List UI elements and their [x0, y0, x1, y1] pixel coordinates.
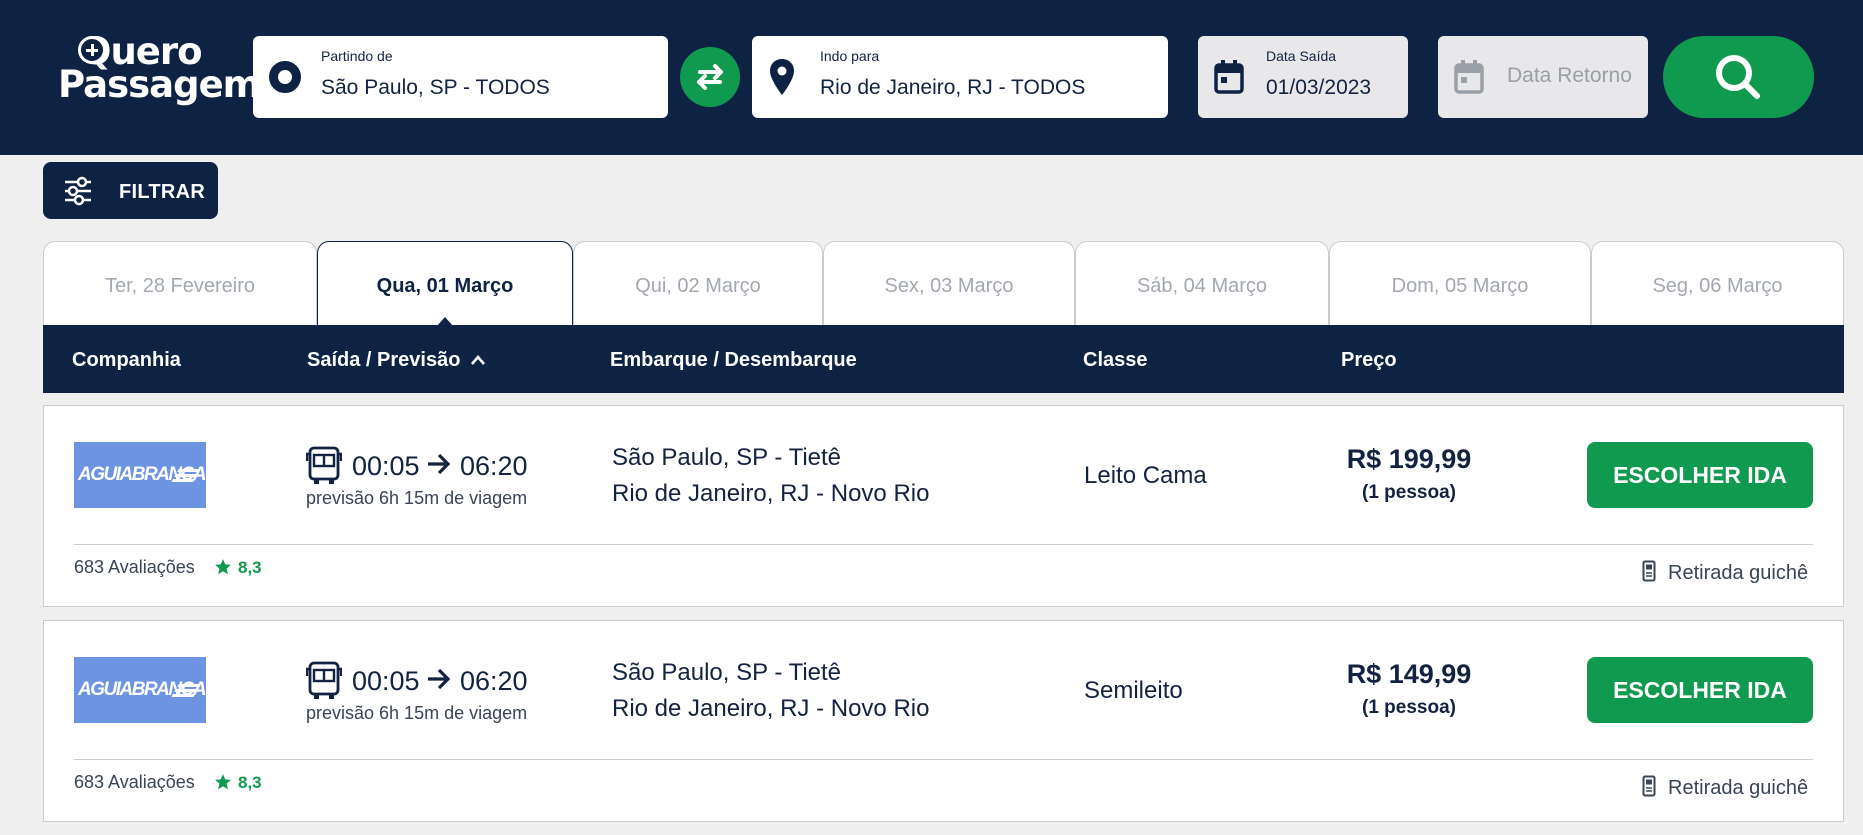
- tab-label: Ter, 28 Fevereiro: [104, 275, 256, 297]
- departure-date-field[interactable]: Data Saída 01/03/2023: [1198, 36, 1408, 118]
- origin-value[interactable]: São Paulo, SP - TODOS: [321, 76, 550, 100]
- arrival-time: 06:20: [460, 451, 528, 481]
- trip-price: R$ 199,99: [1346, 444, 1472, 474]
- company-logo-text: AGUIABRANCA: [78, 679, 206, 700]
- card-divider: [74, 759, 1813, 760]
- arrow-right-icon: [428, 453, 451, 475]
- col-boarding: Embarque / Desembarque: [610, 349, 857, 371]
- card-divider: [74, 544, 1813, 545]
- departure-date-value[interactable]: 01/03/2023: [1266, 76, 1371, 100]
- tab-date-0[interactable]: Ter, 28 Fevereiro: [43, 241, 317, 325]
- rating-value: 8,3: [238, 558, 262, 577]
- destination-field[interactable]: Indo para Rio de Janeiro, RJ - TODOS: [752, 36, 1168, 118]
- bus-icon: [306, 446, 342, 484]
- destination-station: Rio de Janeiro, RJ - Novo Rio: [612, 695, 930, 722]
- arrival-time: 06:20: [460, 666, 528, 696]
- tab-date-1[interactable]: Qua, 01 Março: [317, 241, 573, 326]
- trip-duration: previsão 6h 15m de viagem: [306, 703, 528, 723]
- departure-time: 00:05: [352, 451, 420, 481]
- origin-station: São Paulo, SP - Tietê: [612, 659, 842, 686]
- tab-date-5[interactable]: Dom, 05 Março: [1329, 241, 1591, 325]
- destination-label: Indo para: [820, 48, 880, 64]
- logo-plus-icon: [78, 36, 106, 64]
- star-icon: [215, 774, 231, 790]
- trip-card: AGUIABRANCA 00:05 06:20 previsão 6h 15m …: [43, 620, 1844, 822]
- location-pin-icon: [770, 59, 794, 95]
- tab-date-3[interactable]: Sex, 03 Março: [823, 241, 1075, 325]
- tab-label: Seg, 06 Março: [1652, 275, 1783, 297]
- col-class: Classe: [1083, 349, 1148, 371]
- choose-trip-button[interactable]: ESCOLHER IDA: [1587, 657, 1813, 723]
- trip-duration: previsão 6h 15m de viagem: [306, 488, 528, 508]
- results-column-header: Companhia Saída / Previsão Embarque / De…: [43, 325, 1844, 393]
- top-header: Quero Passagem Partindo de São Paulo, SP…: [0, 0, 1863, 155]
- origin-field[interactable]: Partindo de São Paulo, SP - TODOS: [253, 36, 668, 118]
- pickup-method: Retirada guichê: [1668, 562, 1809, 584]
- origin-label: Partindo de: [321, 48, 393, 64]
- col-departure-label: Saída / Previsão: [307, 349, 461, 371]
- search-button[interactable]: [1663, 36, 1814, 118]
- company-logo-text: AGUIABRANCA: [78, 464, 206, 485]
- tab-label: Qui, 02 Março: [635, 275, 761, 297]
- col-departure[interactable]: Saída / Previsão: [307, 349, 486, 372]
- sort-up-icon: [470, 355, 485, 365]
- reviews-link[interactable]: 683 Avaliações: [74, 772, 195, 793]
- col-company: Companhia: [72, 349, 181, 371]
- tab-label: Sáb, 04 Março: [1136, 275, 1268, 297]
- calendar-icon: [1454, 60, 1484, 94]
- quero-passagem-logo[interactable]: Quero Passagem: [58, 30, 261, 114]
- choose-trip-button[interactable]: ESCOLHER IDA: [1587, 442, 1813, 508]
- return-date-placeholder: Data Retorno: [1507, 64, 1632, 87]
- price-persons: (1 pessoa): [1362, 697, 1456, 718]
- return-date-field[interactable]: Data Retorno: [1438, 36, 1648, 118]
- sliders-icon: [65, 176, 91, 206]
- filter-label: FILTRAR: [119, 181, 206, 203]
- tab-date-2[interactable]: Qui, 02 Março: [573, 241, 823, 325]
- col-price: Preço: [1341, 349, 1397, 371]
- logo-stripes: [177, 684, 201, 687]
- trip-card: AGUIABRANCA 00:05 06:20 previsão 6h 15m …: [43, 405, 1844, 607]
- date-tabs: Ter, 28 Fevereiro Qua, 01 Março Qui, 02 …: [43, 241, 1844, 326]
- origin-station: São Paulo, SP - Tietê: [612, 444, 842, 471]
- rating-value: 8,3: [238, 773, 262, 792]
- logo-stripes: [177, 469, 201, 472]
- arrow-right-icon: [428, 668, 451, 690]
- tab-date-4[interactable]: Sáb, 04 Março: [1075, 241, 1329, 325]
- pickup-method: Retirada guichê: [1668, 777, 1809, 799]
- swap-arrows-icon: [697, 64, 723, 90]
- tab-label: Qua, 01 Março: [376, 275, 514, 297]
- filter-button[interactable]: FILTRAR: [43, 162, 218, 219]
- logo-line2: Passagem: [58, 63, 261, 106]
- destination-station: Rio de Janeiro, RJ - Novo Rio: [612, 480, 930, 507]
- departure-time: 00:05: [352, 666, 420, 696]
- tab-label: Sex, 03 Março: [884, 275, 1014, 297]
- origin-circle-icon: [269, 61, 301, 93]
- swap-route-button[interactable]: [680, 47, 740, 107]
- price-persons: (1 pessoa): [1362, 482, 1456, 503]
- destination-value[interactable]: Rio de Janeiro, RJ - TODOS: [820, 76, 1085, 100]
- seat-class: Leito Cama: [1084, 462, 1207, 489]
- seat-class: Semileito: [1084, 677, 1183, 704]
- departure-date-label: Data Saída: [1266, 48, 1337, 64]
- tab-label: Dom, 05 Março: [1391, 275, 1529, 297]
- ticket-machine-icon: [1642, 560, 1656, 582]
- reviews-link[interactable]: 683 Avaliações: [74, 557, 195, 578]
- trip-price: R$ 149,99: [1346, 659, 1472, 689]
- company-logo: AGUIABRANCA: [74, 657, 206, 723]
- calendar-icon: [1214, 60, 1244, 94]
- search-icon: [1716, 55, 1760, 99]
- star-icon: [215, 559, 231, 575]
- ticket-machine-icon: [1642, 775, 1656, 797]
- tab-date-6[interactable]: Seg, 06 Março: [1591, 241, 1844, 325]
- company-logo: AGUIABRANCA: [74, 442, 206, 508]
- bus-icon: [306, 661, 342, 699]
